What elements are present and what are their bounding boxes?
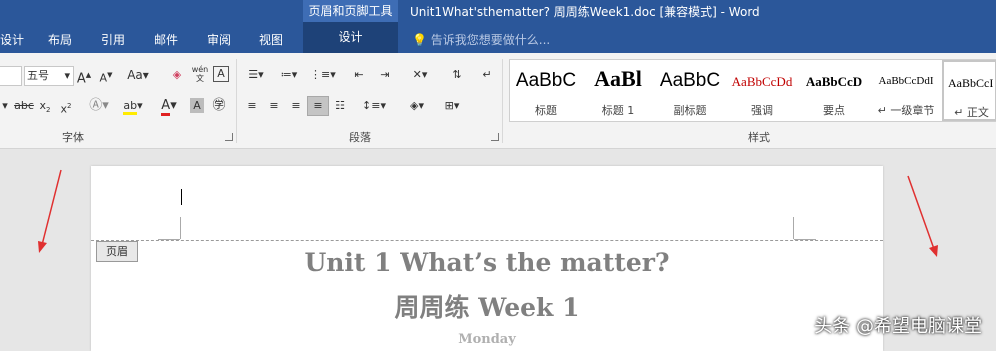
watermark-text: 头条 @希望电脑课堂: [814, 316, 982, 337]
red-arrow-right: [907, 175, 938, 257]
red-arrow-left: [38, 169, 62, 253]
annotation-arrows: [38, 169, 938, 257]
